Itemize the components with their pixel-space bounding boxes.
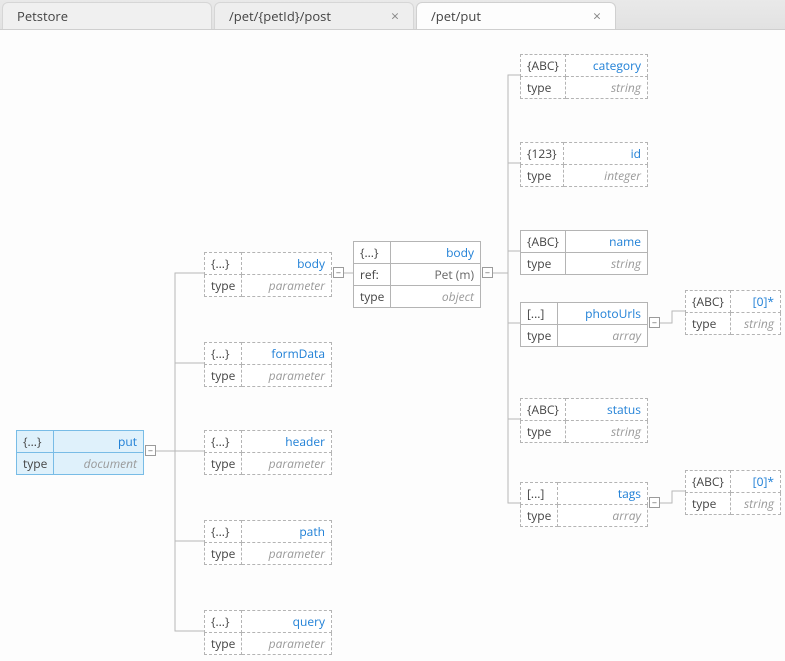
- node-name: header: [242, 431, 332, 453]
- expand-toggle[interactable]: −: [482, 267, 493, 278]
- node-query-param[interactable]: {...} query type parameter: [204, 610, 332, 655]
- type-value: string: [730, 313, 780, 335]
- badge-obj-icon: {...}: [205, 521, 242, 543]
- tab-label: /pet/put: [431, 7, 481, 25]
- expand-toggle[interactable]: −: [333, 267, 344, 278]
- node-name: name: [565, 231, 647, 253]
- node-name: query: [242, 611, 332, 633]
- tab-petstore[interactable]: Petstore: [2, 2, 212, 29]
- badge-obj-icon: {...}: [205, 431, 242, 453]
- node-name: body: [391, 242, 481, 264]
- close-icon[interactable]: ×: [391, 7, 399, 26]
- type-label: type: [205, 453, 242, 475]
- type-label: type: [686, 493, 731, 515]
- node-name: tags: [558, 483, 648, 505]
- tab-label: /pet/{petId}/post: [229, 7, 331, 25]
- node-name: id: [563, 143, 647, 165]
- expand-toggle[interactable]: −: [649, 317, 660, 328]
- node-body-param[interactable]: {...} body type parameter: [204, 252, 332, 297]
- expand-toggle[interactable]: −: [649, 497, 660, 508]
- badge-abc-icon: {ABC}: [521, 399, 566, 421]
- node-photourls-item[interactable]: {ABC} [0]* type string: [685, 290, 781, 335]
- type-value: parameter: [242, 543, 332, 565]
- node-id[interactable]: {123} id type integer: [520, 142, 648, 187]
- tab-pet-put[interactable]: /pet/put ×: [416, 2, 616, 29]
- type-value: object: [391, 286, 481, 308]
- node-name: [0]*: [730, 291, 780, 313]
- type-value: parameter: [242, 453, 332, 475]
- badge-obj-icon: {...}: [354, 242, 391, 264]
- type-value: parameter: [242, 275, 332, 297]
- type-label: type: [205, 543, 242, 565]
- node-name: photoUrls: [558, 303, 648, 325]
- node-root[interactable]: {...} put type document: [16, 430, 144, 475]
- node-status[interactable]: {ABC} status type string: [520, 398, 648, 443]
- node-name: formData: [242, 343, 332, 365]
- type-label: type: [521, 421, 566, 443]
- type-label: type: [521, 505, 558, 527]
- type-value: string: [565, 253, 647, 275]
- node-name: put: [54, 431, 144, 453]
- badge-obj-icon: {...}: [17, 431, 54, 453]
- tab-pet-post[interactable]: /pet/{petId}/post ×: [214, 2, 414, 29]
- type-label: type: [205, 365, 242, 387]
- type-label: type: [521, 325, 558, 347]
- node-tags[interactable]: [...] tags type array: [520, 482, 648, 527]
- node-photourls[interactable]: [...] photoUrls type array: [520, 302, 648, 347]
- type-label: type: [521, 77, 566, 99]
- type-value: parameter: [242, 365, 332, 387]
- type-label: type: [686, 313, 731, 335]
- badge-abc-icon: {ABC}: [686, 291, 731, 313]
- node-name: path: [242, 521, 332, 543]
- node-tags-item[interactable]: {ABC} [0]* type string: [685, 470, 781, 515]
- close-icon[interactable]: ×: [593, 7, 601, 26]
- node-body-object[interactable]: {...} body ref: Pet (m) type object: [353, 241, 481, 308]
- type-value: string: [565, 77, 647, 99]
- type-label: type: [205, 275, 242, 297]
- type-value: integer: [563, 165, 647, 187]
- badge-arr-icon: [...]: [521, 483, 558, 505]
- node-name: category: [565, 55, 647, 77]
- badge-num-icon: {123}: [521, 143, 564, 165]
- connector-lines: [0, 30, 785, 661]
- type-label: type: [354, 286, 391, 308]
- ref-label: ref:: [354, 264, 391, 286]
- tab-bar: Petstore /pet/{petId}/post × /pet/put ×: [0, 0, 785, 30]
- badge-abc-icon: {ABC}: [686, 471, 731, 493]
- badge-abc-icon: {ABC}: [521, 231, 566, 253]
- node-header-param[interactable]: {...} header type parameter: [204, 430, 332, 475]
- type-value: array: [558, 325, 648, 347]
- type-value: string: [730, 493, 780, 515]
- node-category[interactable]: {ABC} category type string: [520, 54, 648, 99]
- type-value: parameter: [242, 633, 332, 655]
- badge-abc-icon: {ABC}: [521, 55, 566, 77]
- node-name: status: [565, 399, 647, 421]
- type-value: array: [558, 505, 648, 527]
- badge-obj-icon: {...}: [205, 253, 242, 275]
- ref-value: Pet (m): [391, 264, 481, 286]
- tab-label: Petstore: [17, 7, 68, 25]
- type-label: type: [521, 165, 564, 187]
- type-label: type: [17, 453, 54, 475]
- node-name-field[interactable]: {ABC} name type string: [520, 230, 648, 275]
- node-formdata-param[interactable]: {...} formData type parameter: [204, 342, 332, 387]
- type-value: string: [565, 421, 647, 443]
- badge-obj-icon: {...}: [205, 611, 242, 633]
- type-label: type: [205, 633, 242, 655]
- type-value: document: [54, 453, 144, 475]
- diagram-canvas: {...} put type document − {...} body typ…: [0, 30, 785, 661]
- badge-obj-icon: {...}: [205, 343, 242, 365]
- expand-toggle[interactable]: −: [145, 445, 156, 456]
- node-path-param[interactable]: {...} path type parameter: [204, 520, 332, 565]
- node-name: [0]*: [730, 471, 780, 493]
- node-name: body: [242, 253, 332, 275]
- type-label: type: [521, 253, 566, 275]
- badge-arr-icon: [...]: [521, 303, 558, 325]
